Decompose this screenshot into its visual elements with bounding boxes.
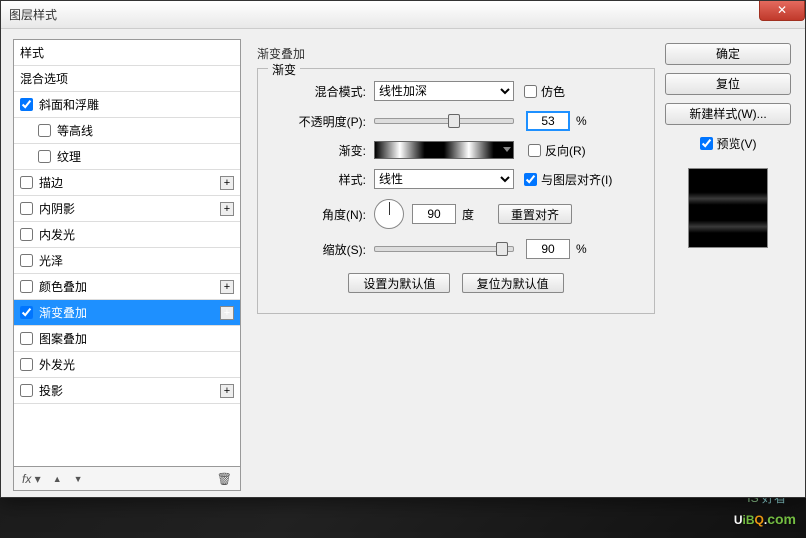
angle-dial[interactable] — [374, 199, 404, 229]
reverse-label: 反向(R) — [545, 142, 586, 159]
fx-menu[interactable]: fx ▾ — [22, 472, 41, 486]
trash-icon[interactable]: 🗑 — [217, 472, 232, 486]
bevel-emboss-check[interactable] — [20, 98, 33, 111]
scale-label: 缩放(S): — [274, 241, 366, 258]
inner-shadow-check[interactable] — [20, 202, 33, 215]
scale-input[interactable] — [526, 239, 570, 259]
pattern-overlay-item[interactable]: 图案叠加 — [14, 326, 240, 352]
list-footer: fx ▾ ▲ ▼ 🗑 — [14, 466, 240, 490]
opacity-label: 不透明度(P): — [274, 113, 366, 130]
reverse-check[interactable] — [528, 144, 541, 157]
pattern-overlay-check[interactable] — [20, 332, 33, 345]
outer-glow-item[interactable]: 外发光 — [14, 352, 240, 378]
color-overlay-check[interactable] — [20, 280, 33, 293]
reset-default-button[interactable]: 复位为默认值 — [462, 273, 564, 293]
watermark-logo: UiBQ.com — [734, 507, 796, 530]
stroke-check[interactable] — [20, 176, 33, 189]
inner-glow-item[interactable]: 内发光 — [14, 222, 240, 248]
inner-glow-check[interactable] — [20, 228, 33, 241]
preview-check[interactable] — [700, 137, 713, 150]
new-style-button[interactable]: 新建样式(W)... — [665, 103, 791, 125]
expand-icon[interactable]: + — [220, 384, 234, 398]
style-select[interactable]: 线性 — [374, 169, 514, 189]
gradient-label: 渐变: — [274, 142, 366, 159]
satin-item[interactable]: 光泽 — [14, 248, 240, 274]
dither-check[interactable] — [524, 85, 537, 98]
drop-shadow-check[interactable] — [20, 384, 33, 397]
stroke-item[interactable]: 描边+ — [14, 170, 240, 196]
align-check[interactable] — [524, 173, 537, 186]
gradient-picker[interactable] — [374, 141, 514, 159]
bevel-emboss-item[interactable]: 斜面和浮雕 — [14, 92, 240, 118]
gradient-overlay-item[interactable]: 渐变叠加+ — [14, 300, 240, 326]
blending-options[interactable]: 混合选项 — [14, 66, 240, 92]
move-up-icon[interactable]: ▲ — [53, 474, 62, 484]
expand-icon[interactable]: + — [220, 176, 234, 190]
percent-label-2: % — [576, 242, 587, 256]
blend-mode-label: 混合模式: — [274, 83, 366, 100]
opacity-input[interactable] — [526, 111, 570, 131]
fieldset-label: 渐变 — [268, 61, 300, 78]
gradient-overlay-check[interactable] — [20, 306, 33, 319]
close-button[interactable]: ✕ — [759, 1, 805, 21]
titlebar[interactable]: 图层样式 ✕ — [1, 1, 805, 29]
style-label: 样式: — [274, 171, 366, 188]
angle-input[interactable] — [412, 204, 456, 224]
set-default-button[interactable]: 设置为默认值 — [348, 273, 450, 293]
blend-mode-select[interactable]: 线性加深 — [374, 81, 514, 101]
scale-slider[interactable] — [374, 246, 514, 252]
angle-unit: 度 — [462, 206, 474, 223]
layer-style-dialog: 图层样式 ✕ 样式 混合选项 斜面和浮雕 等高线 纹理 描边+ 内阴影+ 内发光… — [0, 0, 806, 498]
cancel-button[interactable]: 复位 — [665, 73, 791, 95]
satin-check[interactable] — [20, 254, 33, 267]
expand-icon[interactable]: + — [220, 306, 234, 320]
drop-shadow-item[interactable]: 投影+ — [14, 378, 240, 404]
expand-icon[interactable]: + — [220, 202, 234, 216]
dither-label: 仿色 — [541, 83, 565, 100]
texture-check[interactable] — [38, 150, 51, 163]
dialog-title: 图层样式 — [9, 6, 57, 23]
center-panel: 渐变叠加 渐变 混合模式: 线性加深 仿色 不透明度(P): % 渐变: — [241, 29, 665, 497]
color-overlay-item[interactable]: 颜色叠加+ — [14, 274, 240, 300]
outer-glow-check[interactable] — [20, 358, 33, 371]
inner-shadow-item[interactable]: 内阴影+ — [14, 196, 240, 222]
angle-label: 角度(N): — [274, 206, 366, 223]
ok-button[interactable]: 确定 — [665, 43, 791, 65]
preview-label: 预览(V) — [717, 135, 757, 152]
opacity-slider[interactable] — [374, 118, 514, 124]
percent-label: % — [576, 114, 587, 128]
preview-thumbnail — [688, 168, 768, 248]
styles-header[interactable]: 样式 — [14, 40, 240, 66]
move-down-icon[interactable]: ▼ — [74, 474, 83, 484]
contour-check[interactable] — [38, 124, 51, 137]
reset-align-button[interactable]: 重置对齐 — [498, 204, 572, 224]
right-panel: 确定 复位 新建样式(W)... 预览(V) — [665, 29, 805, 497]
expand-icon[interactable]: + — [220, 280, 234, 294]
style-list: 样式 混合选项 斜面和浮雕 等高线 纹理 描边+ 内阴影+ 内发光 光泽 颜色叠… — [13, 39, 241, 491]
align-label: 与图层对齐(I) — [541, 171, 612, 188]
gradient-fieldset: 渐变 混合模式: 线性加深 仿色 不透明度(P): % 渐变: — [257, 68, 655, 314]
section-title: 渐变叠加 — [257, 45, 655, 62]
contour-item[interactable]: 等高线 — [14, 118, 240, 144]
texture-item[interactable]: 纹理 — [14, 144, 240, 170]
left-panel: 样式 混合选项 斜面和浮雕 等高线 纹理 描边+ 内阴影+ 内发光 光泽 颜色叠… — [1, 29, 241, 497]
